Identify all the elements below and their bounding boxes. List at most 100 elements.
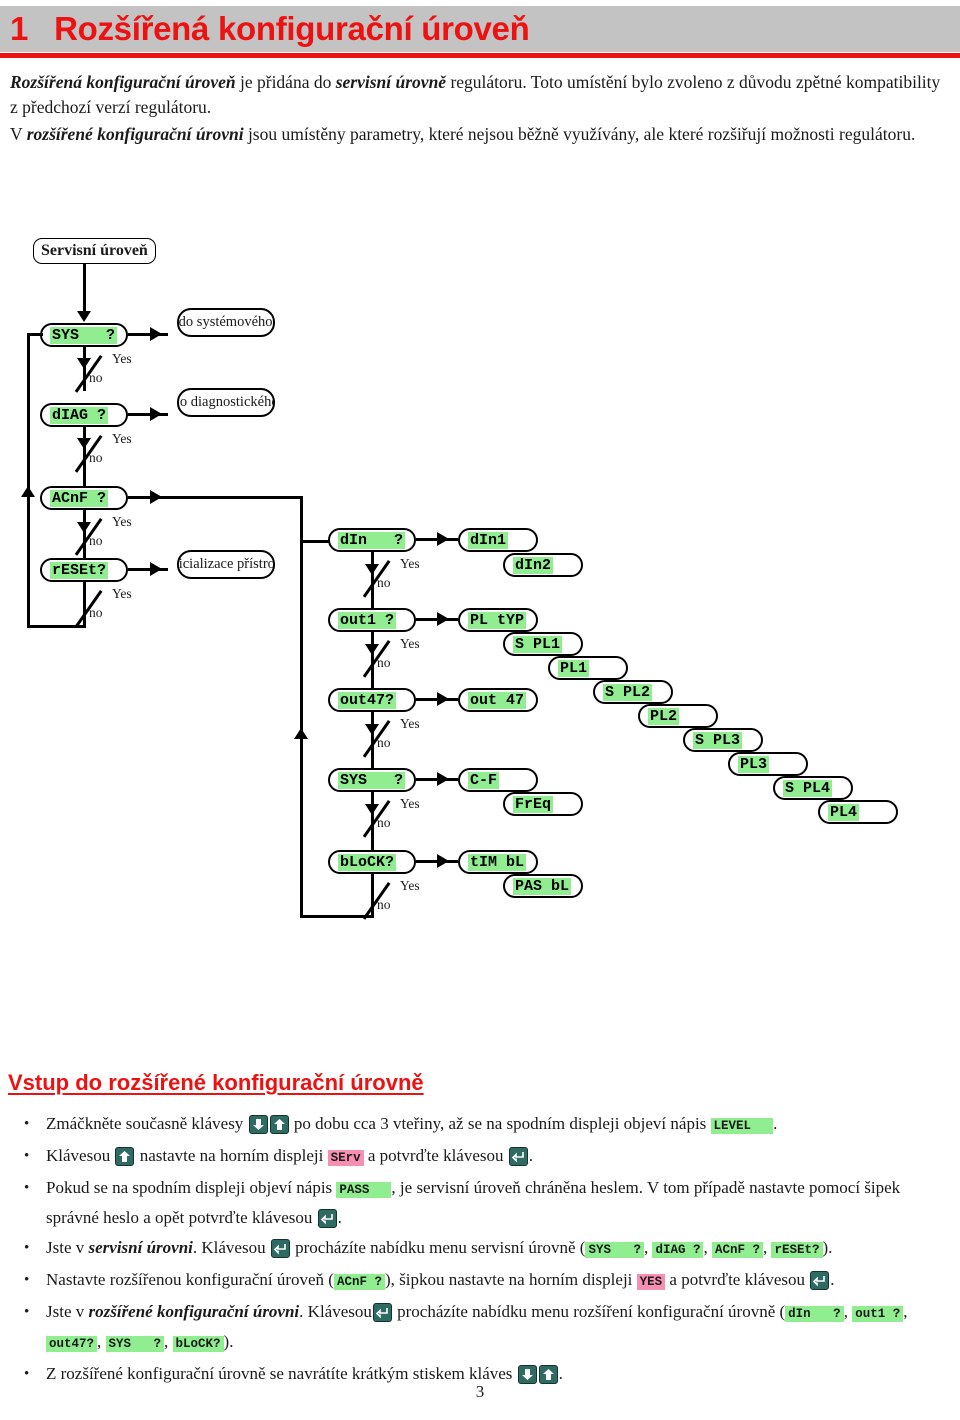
instruction-list: Zmáčkněte současně klávesy po dobu cca 3…	[16, 1110, 951, 1390]
result-node-din2: dIn2	[503, 553, 583, 577]
connector-loop-left	[27, 333, 30, 628]
result-node-pl3: PL3	[728, 752, 808, 776]
enter-key-icon[interactable]	[810, 1271, 830, 1290]
bullet6-emphasis: rozšířené konfigurační úrovni	[88, 1302, 300, 1321]
branch-no-din: no	[377, 575, 391, 590]
list-item: Jste v servisní úrovni. Klávesou procház…	[16, 1234, 951, 1264]
bullet5-text-c: a potvrďte klávesou	[669, 1270, 806, 1289]
bullet6-text-a: Jste v	[46, 1302, 85, 1321]
branch-yes-sys-extended: Yes	[400, 796, 420, 811]
up-arrow-key-icon[interactable]	[115, 1147, 135, 1166]
arrowhead-sys2-to-cf	[437, 772, 449, 786]
result-node-pl-typ: PL tYP	[458, 608, 538, 632]
menu-code-block: bLoCK?	[172, 1336, 224, 1352]
arrowhead-out47-to-result	[437, 692, 449, 706]
page-title: Rozšířená konfigurační úroveň	[54, 10, 530, 47]
bullet2-text-a: Klávesou	[46, 1146, 111, 1165]
decision-node-reset[interactable]: rESEt?	[40, 558, 128, 582]
bullet2-text-c: a potvrďte klávesou	[367, 1146, 504, 1165]
arrowhead-out1-to-pltyp	[437, 612, 449, 626]
branch-marker-acnf: Yes no	[74, 514, 146, 558]
down-arrow-key-icon[interactable]	[248, 1115, 268, 1134]
enter-key-icon[interactable]	[508, 1147, 528, 1166]
result-node-pas-bl-code: PAS bL	[513, 877, 572, 895]
connector-block-down	[371, 874, 374, 918]
decision-node-reset-code: rESEt?	[50, 561, 109, 579]
branch-marker-out47: Yes no	[362, 716, 434, 760]
list-item: Nastavte rozšířenou konfigurační úroveň …	[16, 1266, 951, 1296]
decision-node-din[interactable]: dIn ?	[328, 528, 416, 552]
up-arrow-key-icon[interactable]	[269, 1115, 289, 1134]
diagram-start-label: Servisní úroveň	[41, 242, 148, 259]
list-item: Klávesou nastavte na horním displeji SEr…	[16, 1142, 951, 1172]
result-node-pl4-code: PL4	[828, 803, 860, 821]
bullet6-text-c: procházíte nabídku menu rozšíření konfig…	[397, 1302, 786, 1321]
branch-marker-sys-extended: Yes no	[362, 796, 434, 840]
target-node-system-menu-label: vstup do systémového menu	[178, 314, 273, 330]
decision-node-sys-extended[interactable]: SYS ?	[328, 768, 416, 792]
connector-loop-bottom	[27, 625, 86, 628]
arrowhead-out47-to-sys2	[365, 724, 379, 735]
connector-sys-to-system-menu	[128, 333, 168, 336]
branch-no-out1: no	[377, 655, 391, 670]
branch-marker-sys: Yes no	[74, 351, 146, 395]
decision-node-sys[interactable]: SYS ?	[40, 323, 128, 347]
connector-reset-to-initialize	[128, 568, 168, 571]
menu-code-acnf: ACnF ?	[711, 1242, 763, 1258]
result-node-din1-code: dIn1	[468, 531, 509, 549]
display-code-pass: PASS	[336, 1182, 392, 1198]
connector-loop-top	[27, 333, 43, 336]
chapter-number: 1	[10, 10, 29, 47]
bullet4-text-c: procházíte nabídku menu servisní úrovně …	[295, 1238, 586, 1257]
branch-no-block: no	[377, 897, 391, 912]
decision-node-out1[interactable]: out1 ?	[328, 608, 416, 632]
title-rule	[0, 53, 960, 58]
result-node-pl2-code: PL2	[648, 707, 680, 725]
menu-code-sys-ext: SYS ?	[105, 1336, 165, 1352]
branch-marker-din: Yes no	[362, 556, 434, 600]
menu-code-din: dIn ?	[785, 1306, 844, 1322]
decision-node-out47[interactable]: out47?	[328, 688, 416, 712]
branch-yes-diag: Yes	[112, 431, 132, 446]
bullet4-text-b: . Klávesou	[192, 1238, 266, 1257]
result-node-s-pl2: S PL2	[593, 680, 673, 704]
enter-key-icon[interactable]	[317, 1209, 337, 1228]
intro-paragraph-1: Rozšířená konfigurační úroveň je přidána…	[10, 70, 950, 120]
arrowhead-din-to-out1	[365, 564, 379, 575]
result-node-pl2: PL2	[638, 704, 718, 728]
result-node-s-pl1: S PL1	[503, 632, 583, 656]
menu-code-diag: dIAG ?	[652, 1242, 704, 1258]
result-node-s-pl4-code: S PL4	[783, 779, 833, 797]
result-node-out47: out 47	[458, 688, 538, 712]
arrowhead-diag-to-diagnostic-menu	[150, 407, 162, 421]
result-node-pas-bl: PAS bL	[503, 874, 583, 898]
intro-emphasis-3: rozšířené konfigurační úrovni	[26, 124, 244, 144]
enter-key-icon[interactable]	[270, 1239, 290, 1258]
bullet6-text-d: ).	[223, 1332, 234, 1351]
branch-marker-out1: Yes no	[362, 636, 434, 680]
arrowhead-sys2-to-block	[365, 804, 379, 815]
intro-text: Rozšířená konfigurační úroveň je přidána…	[10, 70, 950, 149]
bullet4-text-d: ).	[822, 1238, 833, 1257]
intro-p2-tail: jsou umístěny parametry, které nejsou bě…	[243, 124, 916, 144]
menu-code-acnf: ACnF ?	[333, 1274, 385, 1290]
display-code-level: LEVEL	[710, 1118, 774, 1134]
branch-yes-sys: Yes	[112, 351, 132, 366]
decision-node-acnf[interactable]: ACnF ?	[40, 486, 128, 510]
target-node-initialize-label: Inicializace přístroje	[178, 556, 275, 572]
branch-no-sys: no	[89, 370, 103, 385]
branch-yes-out1: Yes	[400, 636, 420, 651]
result-node-pl1-code: PL1	[558, 659, 590, 677]
bullet3-text-c: .	[337, 1208, 342, 1227]
connector-right-loop-bottom	[300, 915, 374, 918]
decision-node-sys-code: SYS ?	[50, 326, 118, 344]
decision-node-block[interactable]: bLoCK?	[328, 850, 416, 874]
enter-key-icon[interactable]	[372, 1303, 392, 1322]
result-node-pl-typ-code: PL tYP	[468, 611, 527, 629]
bullet7-text-a: Z rozšířené konfigurační úrovně se navrá…	[46, 1364, 513, 1383]
decision-node-diag[interactable]: dIAG ?	[40, 403, 128, 427]
result-node-pl1: PL1	[548, 656, 628, 680]
list-item: Jste v rozšířené konfigurační úrovni. Kl…	[16, 1298, 951, 1358]
branch-no-sys-extended: no	[377, 815, 391, 830]
bullet4-emphasis: servisní úrovni	[88, 1238, 193, 1257]
